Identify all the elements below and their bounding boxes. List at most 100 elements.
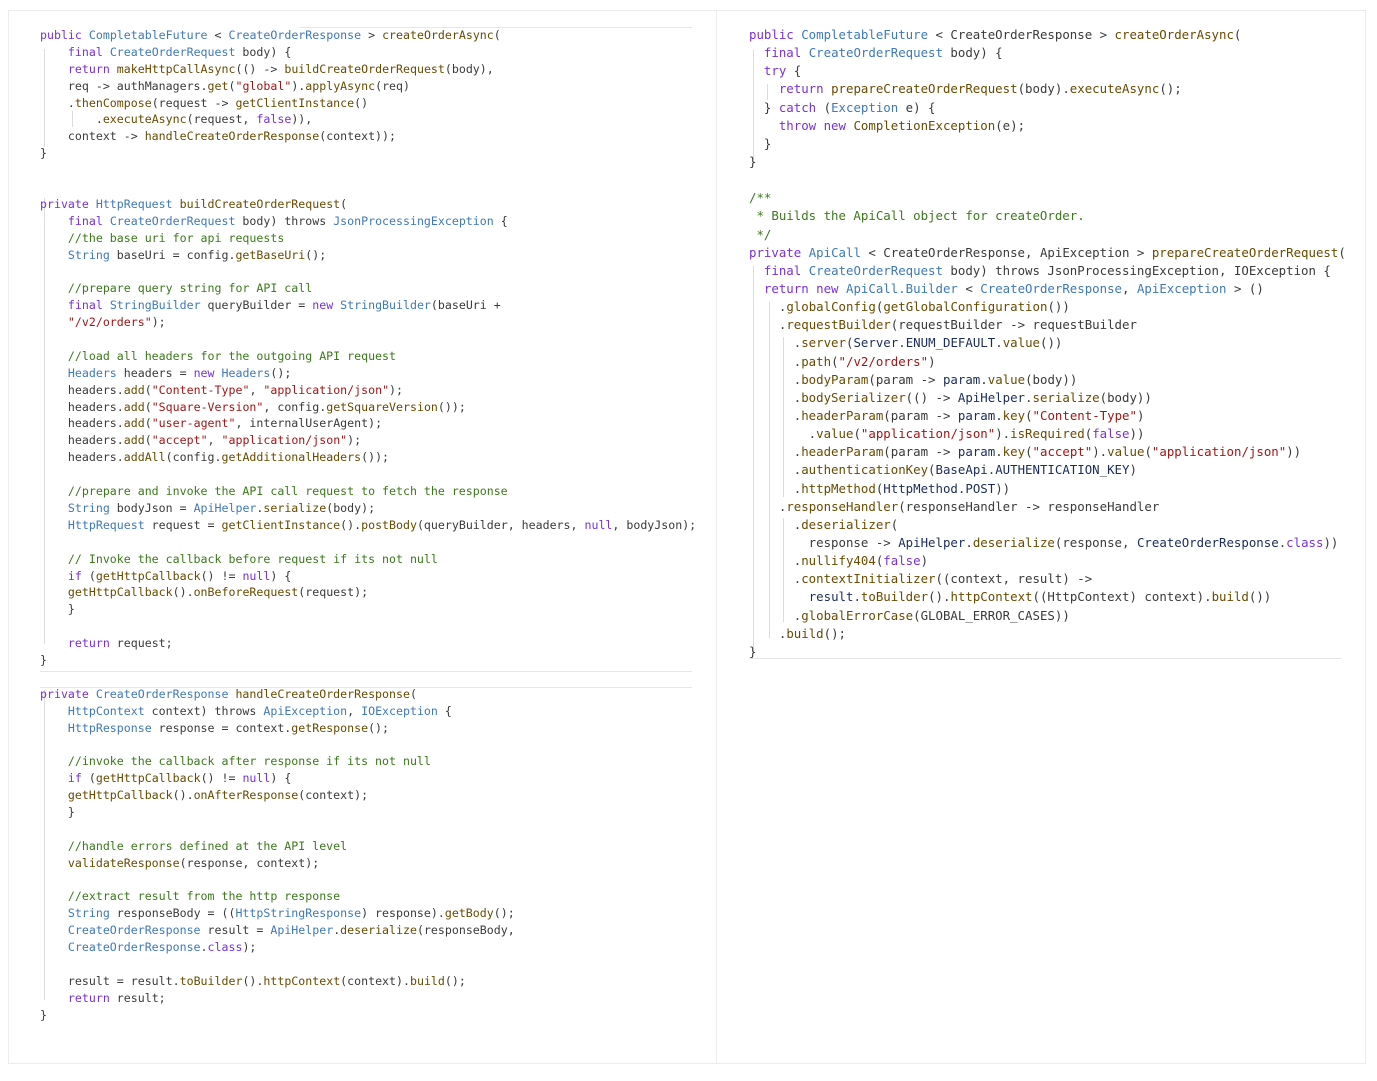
code-token: (: [823, 99, 832, 115]
code-token: value: [1107, 444, 1145, 460]
code-token: private: [40, 686, 96, 701]
code-token: server: [801, 335, 846, 351]
code-token: requestBuilder: [786, 317, 891, 333]
code-token: ()): [1040, 335, 1063, 351]
code-token: class: [207, 940, 243, 955]
code-token: ();: [1159, 81, 1182, 97]
code-token: ().: [172, 788, 194, 803]
code-token: onAfterResponse: [193, 788, 299, 803]
code-line: final CreateOrderRequest body) throws Js…: [40, 213, 700, 230]
code-token: CompletionException: [853, 117, 996, 133]
code-token: .: [995, 335, 1003, 351]
code-token: final: [763, 45, 809, 61]
code-token: .: [749, 625, 787, 641]
code-token: return: [67, 636, 117, 651]
code-token: (: [144, 433, 152, 448]
code-token: CreateOrderRequest: [109, 213, 236, 228]
code-token: (context);: [298, 788, 369, 803]
code-line: private CreateOrderResponse handleCreate…: [40, 686, 700, 703]
code-line: headers.addAll(config.getAdditionalHeade…: [40, 449, 700, 466]
code-token: deserializer: [801, 516, 891, 532]
code-token: (: [890, 516, 899, 532]
code-token: CreateOrderResponse: [980, 280, 1123, 296]
code-token: .: [965, 534, 973, 550]
code-line: } catch (Exception e) {: [749, 99, 1349, 117]
code-line: .contextInitializer((context, result) ->: [749, 570, 1349, 588]
code-line: //load all headers for the outgoing API …: [40, 348, 700, 365]
code-line: String responseBody = ((HttpStringRespon…: [40, 905, 700, 922]
code-token: {: [786, 63, 802, 79]
code-line: //handle errors defined at the API level: [40, 838, 700, 855]
code-token: * Builds the ApiCall object for createOr…: [749, 208, 1085, 224]
code-token: body) {: [942, 45, 1003, 61]
code-token: authenticationKey: [801, 462, 929, 478]
code-token: "Content-Type": [151, 382, 250, 397]
code-token: "Square-Version": [151, 399, 264, 414]
code-token: return: [778, 81, 832, 97]
code-token: (queryBuilder, headers,: [416, 517, 585, 532]
code-line: public CompletableFuture < CreateOrderRe…: [749, 26, 1349, 44]
code-token: prepareCreateOrderRequest: [1151, 244, 1339, 260]
code-token: "/v2/orders": [838, 353, 929, 369]
code-token: getBaseUri: [235, 247, 306, 262]
code-token: null: [584, 517, 613, 532]
code-token: (requestBuilder -> requestBuilder: [890, 317, 1137, 333]
code-token: }: [40, 652, 47, 667]
code-token: (req): [375, 78, 410, 93]
code-token: prepareCreateOrderRequest: [831, 81, 1018, 97]
code-token: value: [987, 371, 1026, 387]
code-token: "application/json": [263, 382, 390, 397]
code-token: ((HttpContext) context).: [1032, 589, 1212, 605]
code-line: .httpMethod(HttpMethod.POST)): [749, 480, 1349, 498]
code-token: new: [312, 298, 341, 313]
code-line: req -> authManagers.get("global").applyA…: [40, 78, 700, 95]
code-token: (responseBody,: [416, 923, 515, 938]
code-token: ) {: [270, 771, 292, 786]
code-line: HttpResponse response = context.getRespo…: [40, 720, 700, 737]
code-token: (body).: [1017, 81, 1070, 97]
code-token: () !=: [200, 771, 243, 786]
code-token: response = context.: [151, 720, 292, 735]
code-token: }: [749, 135, 772, 151]
code-token: CreateOrderResponse: [95, 686, 229, 701]
code-line: .requestBuilder(requestBuilder -> reques…: [749, 316, 1349, 334]
code-token: ApiException: [263, 703, 348, 718]
code-token: buildCreateOrderRequest: [179, 196, 341, 211]
code-token: AUTHENTICATION_KEY: [995, 462, 1130, 478]
code-token: result =: [200, 923, 271, 938]
code-line: throw new CompletionException(e);: [749, 117, 1349, 135]
code-token: Exception: [831, 99, 899, 115]
code-token: path: [801, 353, 832, 369]
code-line: .responseHandler(responseHandler -> resp…: [749, 498, 1349, 516]
code-token: (body);: [326, 500, 376, 515]
code-token: //the base uri for api requests: [67, 230, 285, 245]
code-token: httpMethod: [801, 480, 876, 496]
code-token: "application/json": [1151, 444, 1287, 460]
code-line: }: [40, 1007, 700, 1024]
code-token: HttpMethod: [883, 480, 958, 496]
code-token: .: [749, 516, 802, 532]
code-token: ()): [1248, 589, 1272, 605]
code-token: BaseApi: [935, 462, 988, 478]
code-token: responseHandler: [786, 498, 899, 514]
code-token: ().: [928, 589, 951, 605]
code-token: getSquareVersion: [326, 399, 438, 414]
code-token: IOException: [361, 703, 438, 718]
code-line: headers.add("accept", "application/json"…: [40, 432, 700, 449]
code-token: .: [749, 407, 802, 423]
code-line: final CreateOrderRequest body) {: [40, 44, 700, 61]
code-token: ): [928, 353, 936, 369]
code-token: (: [853, 426, 861, 442]
